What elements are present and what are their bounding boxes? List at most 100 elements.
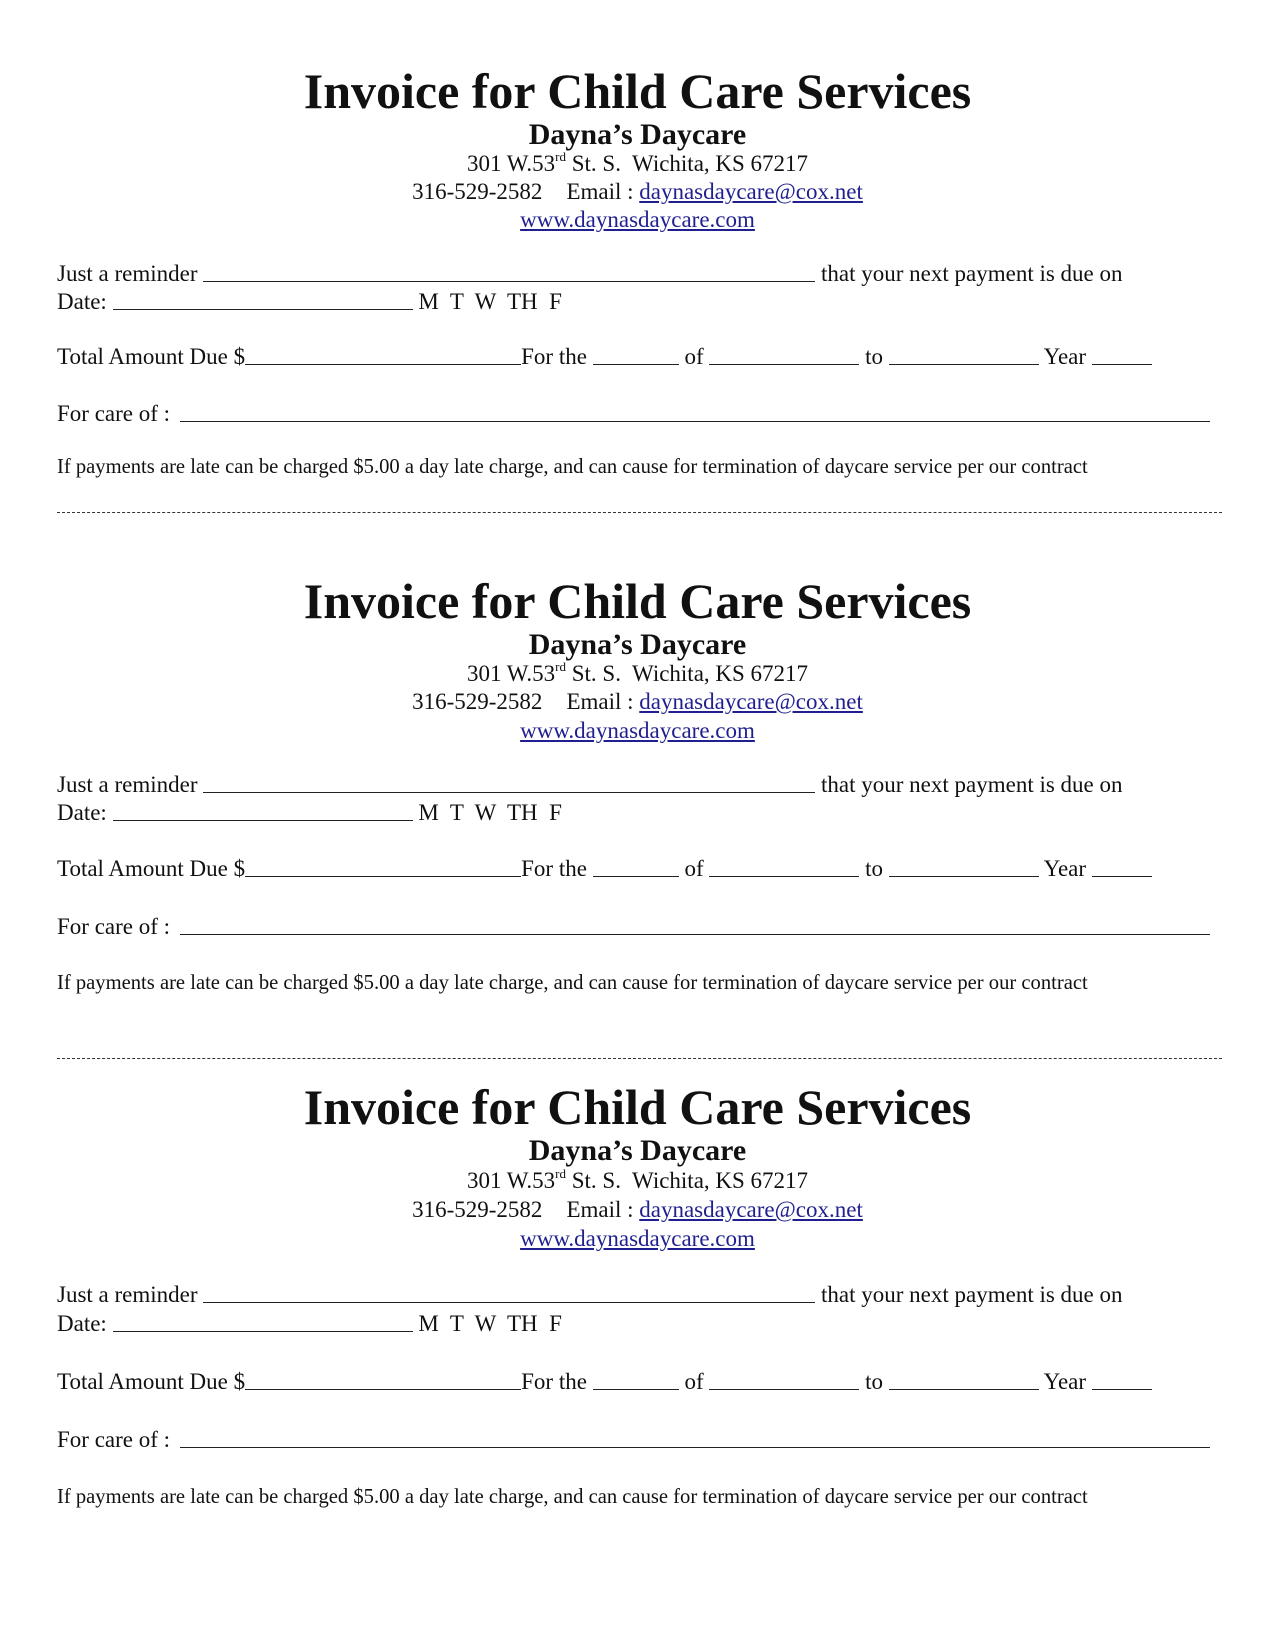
late-payment-notice: If payments are late can be charged $5.0… (57, 972, 1088, 994)
total-amount-label: Total Amount Due $ (57, 1369, 246, 1394)
reminder-label: Just a reminder (57, 772, 198, 797)
care-of-label: For care of : (57, 914, 171, 939)
date-label: Date: (57, 289, 107, 314)
reminder-suffix: that your next payment is due on (821, 261, 1123, 286)
total-amount-field[interactable]: _____________________ (245, 875, 522, 877)
reminder-line: Just a reminder ________________________… (57, 773, 1123, 796)
care-of-field[interactable]: ________________________________________… (179, 420, 1210, 422)
year-field[interactable]: _____ (1091, 363, 1152, 365)
total-amount-field[interactable]: _____________________ (245, 1388, 522, 1390)
due-date-field[interactable]: _______________________ (112, 308, 413, 310)
weekday-options[interactable]: M T W TH F (418, 1311, 562, 1336)
period-field[interactable]: _______ (592, 875, 679, 877)
to-field[interactable]: ___________ (888, 363, 1039, 365)
for-the-label: For the (521, 344, 587, 369)
invoice-title: Invoice for Child Care Services (303, 63, 972, 119)
phone-number: 316-529-2582 (412, 689, 543, 714)
contact-line: 316-529-2582 Email : daynasdaycare@cox.ne… (0, 180, 1275, 203)
reminder-label: Just a reminder (57, 1282, 198, 1307)
date-label: Date: (57, 800, 107, 825)
due-date-field[interactable]: _______________________ (112, 819, 413, 821)
reminder-suffix: that your next payment is due on (821, 1282, 1123, 1307)
weekday-options[interactable]: M T W TH F (418, 800, 562, 825)
reminder-name-field[interactable]: ________________________________________… (203, 791, 816, 793)
period-field[interactable]: _______ (592, 363, 679, 365)
of-label: of (684, 856, 704, 881)
website-link[interactable]: www.daynasdaycare.com (520, 718, 755, 743)
date-line: Date: _______________________ M T W TH F (57, 1312, 562, 1335)
reminder-label: Just a reminder (57, 261, 198, 286)
due-date-field[interactable]: _______________________ (112, 1330, 413, 1332)
care-of-field[interactable]: ________________________________________… (179, 933, 1210, 935)
address-ordinal: rd (555, 1166, 566, 1181)
year-field[interactable]: _____ (1091, 1388, 1152, 1390)
business-address: 301 W.53rd St. S. Wichita, KS 67217 (0, 1166, 1275, 1193)
to-label: to (865, 856, 883, 881)
weekday-options[interactable]: M T W TH F (418, 289, 562, 314)
amount-line: Total Amount Due $_____________________F… (57, 857, 1152, 880)
of-label: of (684, 1369, 704, 1394)
address-city: St. S. Wichita, KS 67217 (565, 1168, 809, 1193)
email-label: Email : (566, 689, 634, 714)
business-name: Dayna’s Daycare (528, 118, 747, 151)
date-label: Date: (57, 1311, 107, 1336)
care-of-label: For care of : (57, 401, 171, 426)
reminder-name-field[interactable]: ________________________________________… (203, 1301, 816, 1303)
cut-line-divider (57, 512, 1222, 513)
amount-line: Total Amount Due $_____________________F… (57, 1370, 1152, 1393)
address-street: 301 W.53 (466, 1168, 556, 1193)
website-line: www.daynasdaycare.com (0, 719, 1275, 742)
care-of-line: For care of : __________________________… (57, 1428, 1210, 1451)
period-field[interactable]: _______ (592, 1388, 679, 1390)
reminder-line: Just a reminder ________________________… (57, 262, 1123, 285)
to-label: to (865, 344, 883, 369)
reminder-name-field[interactable]: ________________________________________… (203, 280, 816, 282)
business-name: Dayna’s Daycare (528, 628, 747, 661)
to-label: to (865, 1369, 883, 1394)
date-line: Date: _______________________ M T W TH F (57, 290, 562, 313)
email-link[interactable]: daynasdaycare@cox.net (639, 179, 863, 204)
website-link[interactable]: www.daynasdaycare.com (520, 207, 755, 232)
reminder-suffix: that your next payment is due on (821, 772, 1123, 797)
address-city: St. S. Wichita, KS 67217 (565, 661, 809, 686)
business-address: 301 W.53rd St. S. Wichita, KS 67217 (0, 150, 1275, 176)
phone-number: 316-529-2582 (412, 1197, 543, 1222)
website-link[interactable]: www.daynasdaycare.com (520, 1226, 755, 1251)
total-amount-label: Total Amount Due $ (57, 344, 246, 369)
year-field[interactable]: _____ (1091, 875, 1152, 877)
care-of-label: For care of : (57, 1427, 171, 1452)
invoice-title: Invoice for Child Care Services (303, 573, 972, 629)
website-line: www.daynasdaycare.com (0, 1227, 1275, 1250)
address-city: St. S. Wichita, KS 67217 (565, 151, 809, 176)
address-ordinal: rd (555, 659, 566, 674)
from-field[interactable]: ___________ (709, 1388, 860, 1390)
late-payment-notice: If payments are late can be charged $5.0… (57, 456, 1088, 478)
email-link[interactable]: daynasdaycare@cox.net (639, 689, 863, 714)
late-payment-notice: If payments are late can be charged $5.0… (57, 1486, 1088, 1508)
to-field[interactable]: ___________ (888, 875, 1039, 877)
year-label: Year (1043, 856, 1087, 881)
phone-number: 316-529-2582 (412, 179, 543, 204)
address-street: 301 W.53 (466, 151, 556, 176)
email-label: Email : (566, 1197, 634, 1222)
total-amount-field[interactable]: _____________________ (245, 363, 522, 365)
cut-line-divider (57, 1058, 1222, 1059)
of-label: of (684, 344, 704, 369)
business-address: 301 W.53rd St. S. Wichita, KS 67217 (0, 659, 1275, 686)
business-name: Dayna’s Daycare (528, 1134, 747, 1167)
to-field[interactable]: ___________ (888, 1388, 1039, 1390)
website-line: www.daynasdaycare.com (0, 208, 1275, 231)
email-link[interactable]: daynasdaycare@cox.net (639, 1197, 863, 1222)
date-line: Date: _______________________ M T W TH F (57, 801, 562, 824)
care-of-field[interactable]: ________________________________________… (179, 1446, 1210, 1448)
care-of-line: For care of : __________________________… (57, 402, 1210, 425)
invoice-title: Invoice for Child Care Services (303, 1079, 972, 1135)
reminder-line: Just a reminder ________________________… (57, 1283, 1123, 1306)
from-field[interactable]: ___________ (709, 875, 860, 877)
contact-line: 316-529-2582 Email : daynasdaycare@cox.ne… (0, 1198, 1275, 1221)
email-label: Email : (566, 179, 634, 204)
care-of-line: For care of : __________________________… (57, 915, 1210, 938)
for-the-label: For the (521, 1369, 587, 1394)
from-field[interactable]: ___________ (709, 363, 860, 365)
contact-line: 316-529-2582 Email : daynasdaycare@cox.ne… (0, 690, 1275, 713)
